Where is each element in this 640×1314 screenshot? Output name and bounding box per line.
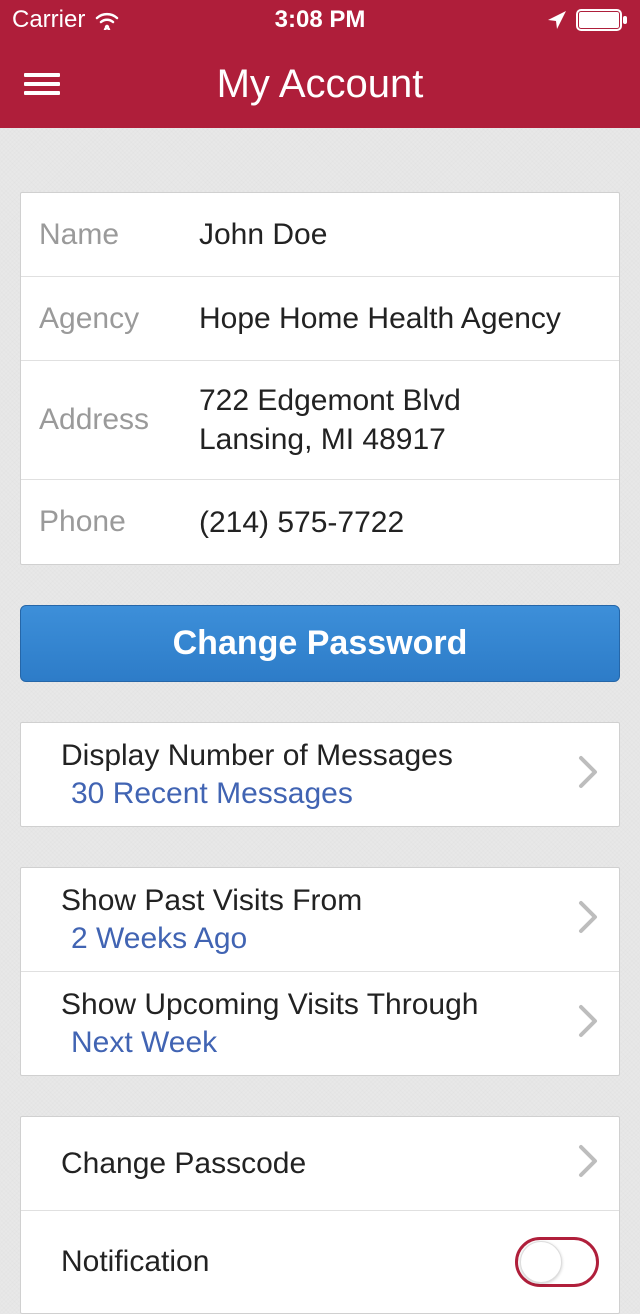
agency-label: Agency [39,302,199,336]
notification-toggle[interactable] [515,1237,599,1287]
status-left: Carrier [12,6,275,34]
profile-row-name: Name John Doe [21,193,619,277]
profile-row-phone: Phone (214) 575-7722 [21,480,619,564]
profile-card: Name John Doe Agency Hope Home Health Ag… [20,192,620,565]
visits-block: Show Past Visits From 2 Weeks Ago Show U… [20,867,620,1076]
name-label: Name [39,218,199,252]
address-value: 722 Edgemont Blvd Lansing, MI 48917 [199,381,461,459]
page-title: My Account [0,62,640,107]
chevron-right-icon [577,1003,599,1044]
past-visits-value: 2 Weeks Ago [61,920,567,958]
profile-row-agency: Agency Hope Home Health Agency [21,277,619,361]
agency-value: Hope Home Health Agency [199,299,561,338]
chevron-right-icon [577,899,599,940]
display-messages-item[interactable]: Display Number of Messages 30 Recent Mes… [21,723,619,826]
address-line-1: 722 Edgemont Blvd [199,381,461,420]
upcoming-visits-item[interactable]: Show Upcoming Visits Through Next Week [21,972,619,1075]
status-time: 3:08 PM [275,6,366,34]
upcoming-visits-title: Show Upcoming Visits Through [61,986,567,1024]
menu-icon[interactable] [24,68,60,100]
display-messages-value: 30 Recent Messages [61,775,567,813]
chevron-right-icon [577,754,599,795]
past-visits-title: Show Past Visits From [61,882,567,920]
carrier-label: Carrier [12,6,85,34]
change-password-button[interactable]: Change Password [20,605,620,682]
security-block: Change Passcode Notification [20,1116,620,1314]
phone-label: Phone [39,505,199,539]
profile-row-address: Address 722 Edgemont Blvd Lansing, MI 48… [21,361,619,480]
address-line-2: Lansing, MI 48917 [199,420,461,459]
location-icon [546,9,568,31]
toggle-knob [520,1241,562,1283]
upcoming-visits-value: Next Week [61,1024,567,1062]
status-bar: Carrier 3:08 PM [0,0,640,40]
phone-value: (214) 575-7722 [199,503,404,542]
change-passcode-item[interactable]: Change Passcode [21,1117,619,1211]
address-label: Address [39,403,199,437]
past-visits-item[interactable]: Show Past Visits From 2 Weeks Ago [21,868,619,972]
display-messages-title: Display Number of Messages [61,737,567,775]
battery-icon [576,9,628,31]
nav-bar: My Account [0,40,640,128]
wifi-icon [93,10,121,30]
change-passcode-title: Change Passcode [61,1145,567,1183]
name-value: John Doe [199,215,327,254]
notification-title: Notification [61,1243,515,1281]
messages-block: Display Number of Messages 30 Recent Mes… [20,722,620,827]
status-right [365,9,628,31]
chevron-right-icon [577,1143,599,1184]
notification-item: Notification [21,1211,619,1313]
